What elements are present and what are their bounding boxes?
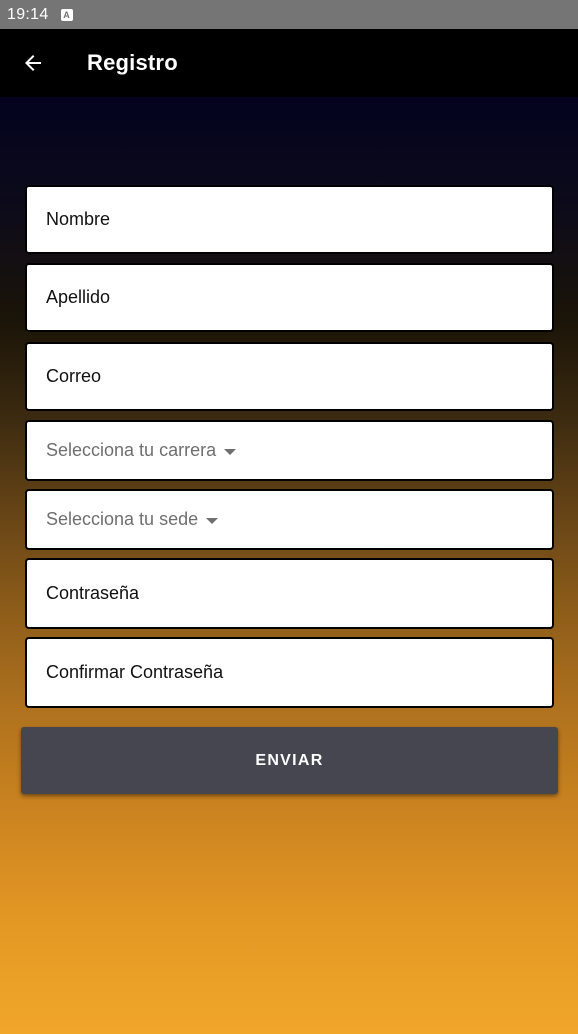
registration-form: Nombre Apellido Correo Selecciona tu car… [0, 97, 578, 1034]
apellido-placeholder: Apellido [46, 287, 111, 307]
dropdown-arrow-icon [206, 517, 219, 524]
contrasena-placeholder: Contraseña [46, 583, 140, 603]
back-button[interactable] [9, 39, 57, 87]
page-title: Registro [87, 50, 178, 75]
status-bar: 19:14 A [0, 0, 578, 29]
correo-placeholder: Correo [46, 366, 102, 386]
contrasena-field[interactable]: Contraseña [25, 558, 554, 629]
confirmar-contrasena-field[interactable]: Confirmar Contraseña [25, 637, 554, 708]
correo-field[interactable]: Correo [25, 342, 554, 411]
confirmar-contrasena-placeholder: Confirmar Contraseña [46, 662, 224, 682]
carrera-label: Selecciona tu carrera [46, 440, 217, 460]
enviar-button[interactable]: ENVIAR [21, 727, 558, 794]
sede-dropdown[interactable]: Selecciona tu sede [25, 489, 554, 550]
status-time: 19:14 [7, 5, 49, 23]
arrow-left-icon [25, 55, 41, 71]
carrera-dropdown[interactable]: Selecciona tu carrera [25, 420, 554, 481]
nombre-field[interactable]: Nombre [25, 185, 554, 254]
dropdown-arrow-icon [224, 448, 237, 455]
sede-label: Selecciona tu sede [46, 509, 199, 529]
apellido-field[interactable]: Apellido [25, 263, 554, 332]
notification-icon: A [60, 8, 73, 21]
nombre-placeholder: Nombre [46, 209, 111, 229]
app-bar: Registro [0, 29, 578, 97]
